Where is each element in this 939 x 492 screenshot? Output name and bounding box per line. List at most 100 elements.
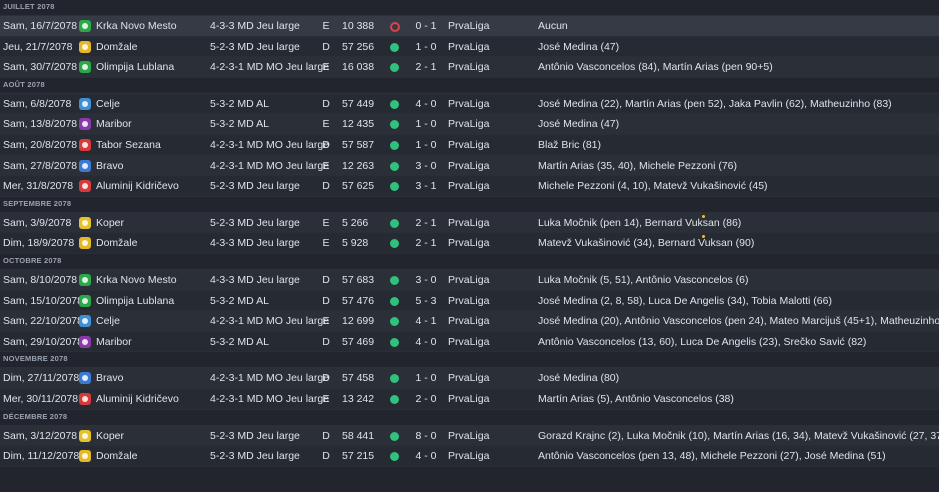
no-result-indicator-icon: [390, 22, 400, 32]
competition-link[interactable]: PrvaLiga: [448, 114, 489, 134]
win-indicator-icon: [390, 296, 399, 306]
match-score-link[interactable]: 2 - 1: [408, 57, 444, 77]
match-row[interactable]: Sam, 6/8/2078 Celje 5-3-2 MD AL D 57 449 4 - …: [0, 93, 939, 115]
competition-link[interactable]: PrvaLiga: [448, 270, 489, 290]
opponent-link[interactable]: Maribor: [96, 332, 132, 352]
match-score-link[interactable]: 3 - 0: [408, 270, 444, 290]
opponent-link[interactable]: Aluminij Kidričevo: [96, 176, 179, 196]
competition-link[interactable]: PrvaLiga: [448, 135, 489, 155]
match-row[interactable]: Sam, 13/8/2078 Maribor 5-3-2 MD AL E 12 435 1…: [0, 114, 939, 135]
match-row[interactable]: Sam, 3/9/2078 Koper 5-2-3 MD Jeu large E 5 2…: [0, 212, 939, 234]
match-score-link[interactable]: 8 - 0: [408, 426, 444, 446]
venue: D: [322, 180, 330, 193]
opponent-link[interactable]: Krka Novo Mesto: [96, 16, 177, 36]
formation: 4-2-3-1 MD MO Jeu large: [210, 138, 330, 151]
attendance: 57 215: [342, 450, 375, 463]
venue: E: [322, 315, 330, 328]
match-score-link[interactable]: 4 - 0: [408, 446, 444, 466]
competition-link[interactable]: PrvaLiga: [448, 213, 489, 233]
match-score-link[interactable]: 1 - 0: [408, 37, 444, 57]
opponent-link[interactable]: Bravo: [96, 156, 123, 176]
match-score-link[interactable]: 2 - 0: [408, 389, 444, 409]
competition-link[interactable]: PrvaLiga: [448, 37, 489, 57]
month-header: SEPTEMBRE 2078: [0, 196, 939, 213]
match-row[interactable]: Sam, 8/10/2078 Krka Novo Mesto 4-3-3 MD Je…: [0, 269, 939, 291]
opponent-link[interactable]: Domžale: [96, 37, 137, 57]
opponent-link[interactable]: Domžale: [96, 446, 137, 466]
match-score-link[interactable]: 5 - 3: [408, 291, 444, 311]
match-score-link[interactable]: 1 - 0: [408, 368, 444, 388]
opponent-link[interactable]: Maribor: [96, 114, 132, 134]
club-badge-icon: [79, 429, 91, 442]
venue: E: [322, 159, 330, 172]
competition-link[interactable]: PrvaLiga: [448, 368, 489, 388]
match-row[interactable]: Mer, 30/11/2078 Aluminij Kidričevo 4-2-3-1…: [0, 388, 939, 410]
opponent-link[interactable]: Krka Novo Mesto: [96, 270, 177, 290]
venue: D: [322, 335, 330, 348]
match-row[interactable]: Sam, 22/10/2078 Celje 4-2-3-1 MD MO Jeu la…: [0, 311, 939, 332]
match-score-link[interactable]: 0 - 1: [408, 16, 444, 36]
match-row[interactable]: Sam, 20/8/2078 Tabor Sezana 4-2-3-1 MD MO …: [0, 134, 939, 156]
competition-link[interactable]: PrvaLiga: [448, 446, 489, 466]
goal-scorers: Martín Arias (35, 40), Michele Pezzoni (…: [538, 159, 737, 172]
club-badge-icon: [79, 40, 91, 53]
competition-link[interactable]: PrvaLiga: [448, 16, 489, 36]
competition-link[interactable]: PrvaLiga: [448, 426, 489, 446]
competition-link[interactable]: PrvaLiga: [448, 156, 489, 176]
competition-link[interactable]: PrvaLiga: [448, 94, 489, 114]
competition-link[interactable]: PrvaLiga: [448, 311, 489, 331]
attendance: 13 242: [342, 392, 375, 405]
competition-link[interactable]: PrvaLiga: [448, 291, 489, 311]
match-score-link[interactable]: 4 - 0: [408, 94, 444, 114]
venue: E: [322, 216, 330, 229]
goal-scorers: Luka Močnik (5, 51), Antônio Vasconcelos…: [538, 273, 749, 286]
match-date: Sam, 27/8/2078: [3, 159, 78, 172]
match-row[interactable]: Dim, 18/9/2078 Domžale 4-3-3 MD Jeu large E…: [0, 233, 939, 254]
match-score-link[interactable]: 1 - 0: [408, 135, 444, 155]
match-row[interactable]: Mer, 31/8/2078 Aluminij Kidričevo 5-2-3 MD…: [0, 176, 939, 197]
opponent-link[interactable]: Olimpija Lublana: [96, 57, 174, 77]
match-score-link[interactable]: 4 - 0: [408, 332, 444, 352]
attendance: 12 435: [342, 118, 375, 131]
match-score-link[interactable]: 3 - 0: [408, 156, 444, 176]
match-row[interactable]: Sam, 16/7/2078 Krka Novo Mesto 4-3-3 MD Je…: [0, 16, 939, 37]
win-indicator-icon: [390, 337, 399, 347]
match-score-link[interactable]: 2 - 1: [408, 233, 444, 253]
opponent-link[interactable]: Koper: [96, 213, 124, 233]
win-indicator-icon: [390, 431, 399, 441]
win-indicator-icon: [390, 239, 399, 249]
attendance: 12 699: [342, 315, 375, 328]
match-row[interactable]: Sam, 3/12/2078 Koper 5-2-3 MD Jeu large D 58…: [0, 425, 939, 447]
venue: D: [322, 450, 330, 463]
match-row[interactable]: Dim, 27/11/2078 Bravo 4-2-3-1 MD MO Jeu la…: [0, 368, 939, 389]
opponent-link[interactable]: Aluminij Kidričevo: [96, 389, 179, 409]
match-row[interactable]: Jeu, 21/7/2078 Domžale 5-2-3 MD Jeu large D…: [0, 36, 939, 58]
competition-link[interactable]: PrvaLiga: [448, 57, 489, 77]
competition-link[interactable]: PrvaLiga: [448, 332, 489, 352]
venue: D: [322, 372, 330, 385]
opponent-link[interactable]: Celje: [96, 94, 120, 114]
match-score-link[interactable]: 1 - 0: [408, 114, 444, 134]
win-indicator-icon: [390, 120, 399, 130]
match-row[interactable]: Sam, 15/10/2078 Olimpija Lublana 5-3-2 MD …: [0, 290, 939, 312]
opponent-link[interactable]: Olimpija Lublana: [96, 291, 174, 311]
opponent-link[interactable]: Celje: [96, 311, 120, 331]
match-score-link[interactable]: 2 - 1: [408, 213, 444, 233]
competition-link[interactable]: PrvaLiga: [448, 233, 489, 253]
match-row[interactable]: Sam, 30/7/2078 Olimpija Lublana 4-2-3-1 MD…: [0, 57, 939, 78]
match-score-link[interactable]: 4 - 1: [408, 311, 444, 331]
opponent-link[interactable]: Koper: [96, 426, 124, 446]
opponent-link[interactable]: Domžale: [96, 233, 137, 253]
goal-scorers: Blaž Bric (81): [538, 138, 602, 151]
match-row[interactable]: Sam, 29/10/2078 Maribor 5-3-2 MD AL D 57 469…: [0, 331, 939, 353]
competition-link[interactable]: PrvaLiga: [448, 176, 489, 196]
match-date: Jeu, 21/7/2078: [3, 40, 73, 53]
competition-link[interactable]: PrvaLiga: [448, 389, 489, 409]
opponent-link[interactable]: Tabor Sezana: [96, 135, 161, 155]
club-badge-icon: [79, 315, 91, 328]
match-row[interactable]: Dim, 11/12/2078 Domžale 5-2-3 MD Jeu large…: [0, 446, 939, 467]
match-row[interactable]: Sam, 27/8/2078 Bravo 4-2-3-1 MD MO Jeu lar…: [0, 155, 939, 177]
opponent-link[interactable]: Bravo: [96, 368, 123, 388]
venue: D: [322, 138, 330, 151]
match-score-link[interactable]: 3 - 1: [408, 176, 444, 196]
